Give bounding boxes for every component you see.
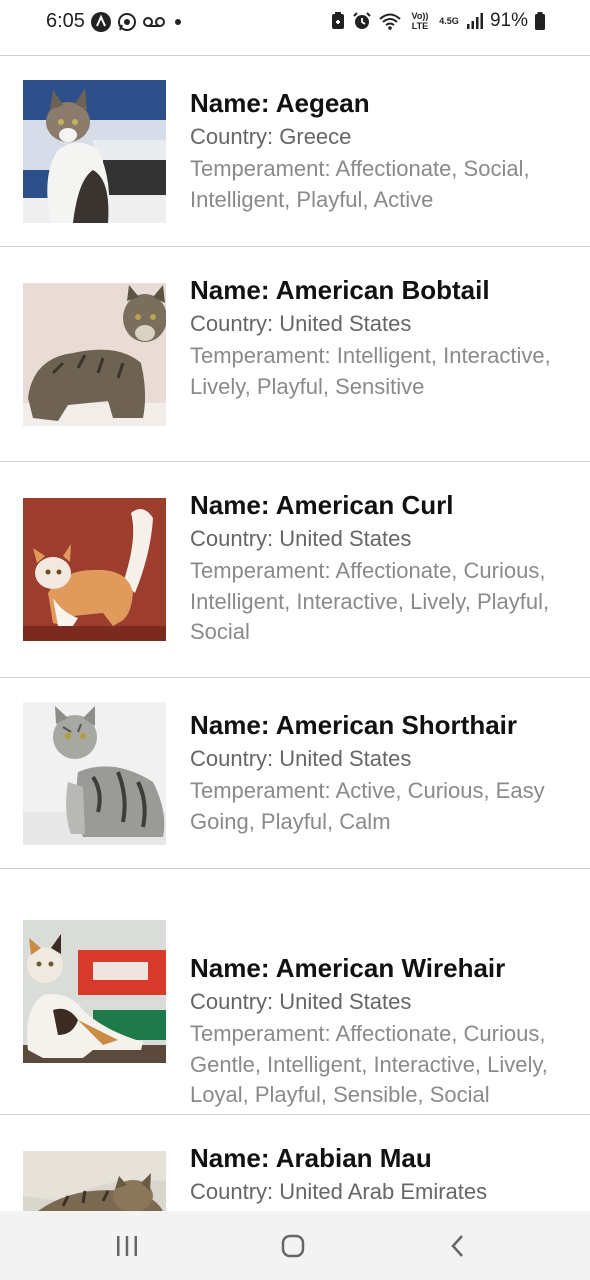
home-icon[interactable] — [273, 1229, 313, 1263]
list-item[interactable]: Name: American Wirehair Country: United … — [0, 869, 590, 1115]
alarm-icon — [352, 11, 372, 31]
navigation-bar — [0, 1211, 590, 1280]
breed-country: Country: United States — [190, 746, 412, 771]
breed-name: Name: American Shorthair — [190, 710, 518, 740]
cat-photo — [23, 702, 166, 845]
breed-country: Country: United States — [190, 989, 412, 1014]
breed-temperament: Temperament: Affectionate, Social, Intel… — [190, 156, 530, 212]
battery-icon — [534, 11, 546, 31]
breed-temperament: Temperament: Affectionate, Curious, Inte… — [190, 558, 550, 644]
clock: 6:05 — [46, 10, 85, 32]
breed-country: Country: United States — [190, 526, 412, 551]
data-4g-icon: 4.5G — [439, 16, 459, 26]
breed-name: Name: Arabian Mau — [190, 1143, 432, 1173]
list-item[interactable]: Name: American Curl Country: United Stat… — [0, 462, 590, 678]
breed-temperament: Temperament: Affectionate, Curious, Gent… — [190, 1021, 548, 1107]
cat-photo — [23, 80, 166, 223]
list-item[interactable]: Name: Aegean Country: Greece Temperament… — [0, 56, 590, 247]
volte-icon: Vo)) LTE — [411, 11, 429, 31]
breed-name: Name: Aegean — [190, 88, 370, 118]
back-icon[interactable] — [438, 1229, 478, 1263]
breed-temperament: Temperament: Active, Curious, Easy Going… — [190, 778, 545, 834]
voicemail-icon — [142, 15, 165, 29]
breed-name: Name: American Wirehair — [190, 953, 506, 983]
cat-photo — [23, 1151, 166, 1211]
wifi-icon — [378, 11, 402, 31]
cat-photo — [23, 283, 166, 426]
breed-list[interactable]: Name: Aegean Country: Greece Temperament… — [0, 56, 590, 1211]
list-item[interactable]: Name: American Shorthair Country: United… — [0, 678, 590, 869]
app-a-icon — [90, 11, 111, 32]
list-item[interactable]: Name: American Bobtail Country: United S… — [0, 247, 590, 462]
breed-name: Name: American Bobtail — [190, 275, 490, 305]
breed-name: Name: American Curl — [190, 490, 454, 520]
list-item[interactable]: Name: Arabian Mau Country: United Arab E… — [0, 1115, 590, 1211]
signal-icon — [466, 12, 484, 30]
whatsapp-icon — [117, 12, 137, 32]
breed-country: Country: United Arab Emirates — [190, 1179, 488, 1204]
status-bar: 6:05 Vo)) LTE 4.5G 91% — [0, 0, 590, 44]
breed-country: Country: United States — [190, 311, 412, 336]
dot-icon — [171, 15, 185, 29]
battery-saver-icon — [330, 11, 346, 31]
cat-photo — [23, 920, 166, 1063]
breed-temperament: Temperament: Intelligent, Interactive, L… — [190, 343, 551, 399]
cat-photo — [23, 498, 166, 641]
recent-apps-icon[interactable] — [107, 1229, 147, 1263]
battery-percent: 91% — [489, 10, 528, 31]
breed-country: Country: Greece — [190, 124, 352, 149]
